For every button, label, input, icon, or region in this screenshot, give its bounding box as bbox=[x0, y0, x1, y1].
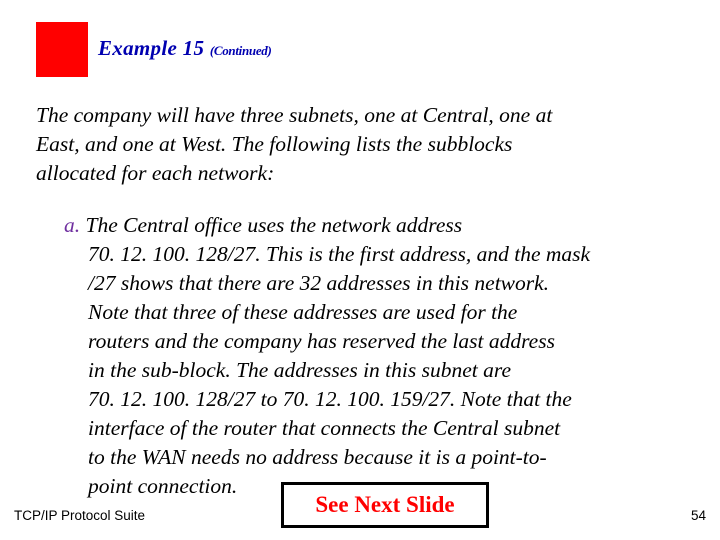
intro-line: East, and one at West. The following lis… bbox=[36, 132, 513, 156]
slide-number: 54 bbox=[690, 508, 706, 523]
body-first-line: a. The Central office uses the network a… bbox=[64, 211, 624, 240]
page-title: Example 15 (Continued) bbox=[98, 36, 272, 61]
intro-paragraph: The company will have three subnets, one… bbox=[36, 101, 684, 188]
intro-line: allocated for each network: bbox=[36, 161, 275, 185]
item-a-paragraph: a. The Central office uses the network a… bbox=[64, 211, 624, 501]
body-line: 70. 12. 100. 128/27 to 70. 12. 100. 159/… bbox=[88, 387, 572, 411]
red-decoration-block bbox=[36, 22, 88, 77]
body-line: in the sub-block. The addresses in this … bbox=[88, 358, 511, 382]
body-block: a. The Central office uses the network a… bbox=[64, 211, 624, 501]
body-line: to the WAN needs no address because it i… bbox=[88, 445, 547, 469]
item-marker: a. bbox=[64, 213, 81, 237]
see-next-slide-label: See Next Slide bbox=[315, 492, 455, 517]
intro-line: The company will have three subnets, one… bbox=[36, 103, 553, 127]
body-line: 70. 12. 100. 128/27. This is the first a… bbox=[88, 242, 591, 266]
body-line: Note that three of these addresses are u… bbox=[88, 300, 518, 324]
body-line: routers and the company has reserved the… bbox=[88, 329, 555, 353]
see-next-slide-callout[interactable]: See Next Slide bbox=[281, 482, 489, 528]
body-line: /27 shows that there are 32 addresses in… bbox=[88, 271, 550, 295]
slide: Example 15 (Continued) The company will … bbox=[0, 0, 720, 540]
body-line: The Central office uses the network addr… bbox=[85, 213, 463, 237]
footer-left-text: TCP/IP Protocol Suite bbox=[14, 508, 146, 523]
page-title-main: Example 15 bbox=[98, 36, 205, 60]
page-title-suffix: (Continued) bbox=[209, 43, 272, 58]
body-line: interface of the router that connects th… bbox=[88, 416, 561, 440]
